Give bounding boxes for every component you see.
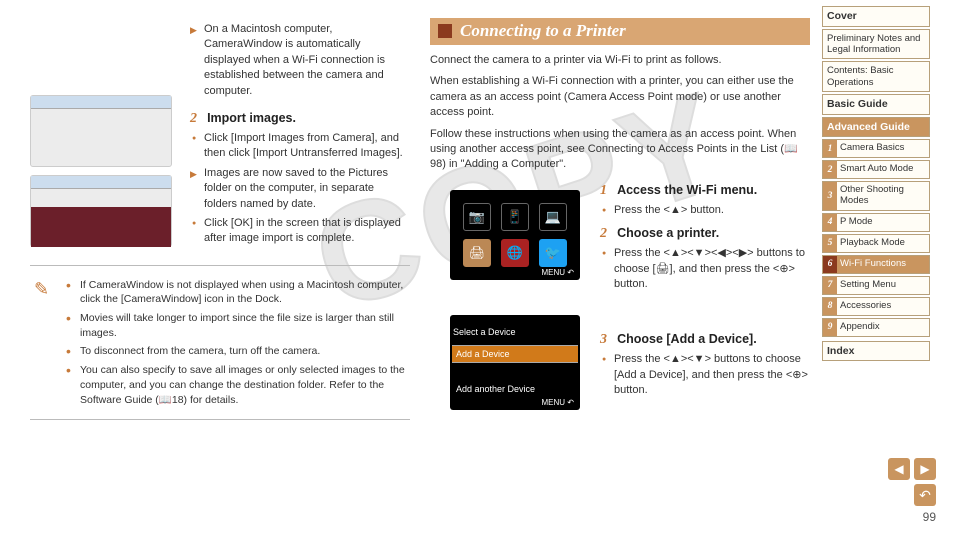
camera-icon: 📷 bbox=[463, 203, 491, 231]
intro-1: Connect the camera to a printer via Wi-F… bbox=[430, 53, 810, 68]
note-1: If CameraWindow is not displayed when us… bbox=[66, 278, 410, 307]
intro-3: Follow these instructions when using the… bbox=[430, 127, 810, 173]
nav-index[interactable]: Index bbox=[822, 341, 930, 362]
step-number-2: 2 bbox=[190, 111, 204, 127]
nav-num-3: 3 bbox=[823, 182, 837, 210]
nav-num-1: 1 bbox=[823, 140, 837, 157]
right-step2-b1: Press the <▲><▼><◀><▶> buttons to choose… bbox=[600, 246, 810, 292]
select-device-title: Select a Device bbox=[447, 327, 583, 337]
nav-p-mode[interactable]: 4 P Mode bbox=[822, 213, 930, 232]
nav-label-2: Smart Auto Mode bbox=[837, 161, 929, 178]
right-step1-num: 1 bbox=[600, 183, 614, 199]
left-intro-text: On a Macintosh computer, CameraWindow is… bbox=[190, 22, 410, 99]
nav-setting-menu[interactable]: 7 Setting Menu bbox=[822, 276, 930, 295]
section-title: Connecting to a Printer bbox=[430, 18, 810, 45]
nav-num-6: 6 bbox=[823, 256, 837, 273]
step2-bullet-2: Images are now saved to the Pictures fol… bbox=[190, 166, 410, 212]
nav-preliminary[interactable]: Preliminary Notes and Legal Information bbox=[822, 29, 930, 60]
nav-contents[interactable]: Contents: Basic Operations bbox=[822, 61, 930, 92]
nav-label-1: Camera Basics bbox=[837, 140, 929, 157]
nav-label-6: Wi-Fi Functions bbox=[837, 256, 929, 273]
nav-label-9: Appendix bbox=[837, 319, 929, 336]
right-step1-b1: Press the <▲> button. bbox=[600, 203, 810, 218]
right-column: Connecting to a Printer Connect the came… bbox=[420, 0, 820, 534]
step-title-import: Import images. bbox=[207, 111, 296, 125]
right-step1-title: Access the Wi-Fi menu. bbox=[617, 183, 757, 197]
nav-num-4: 4 bbox=[823, 214, 837, 231]
image-gateway-icon: 🌐 bbox=[501, 239, 529, 267]
nav-num-5: 5 bbox=[823, 235, 837, 252]
nav-appendix[interactable]: 9 Appendix bbox=[822, 318, 930, 337]
add-another-device-item: Add another Device bbox=[452, 381, 578, 397]
note-3: To disconnect from the camera, turn off … bbox=[66, 344, 410, 359]
right-step3-title: Choose [Add a Device]. bbox=[617, 332, 757, 346]
nav-camera-basics[interactable]: 1 Camera Basics bbox=[822, 139, 930, 158]
twitter-icon: 🐦 bbox=[539, 239, 567, 267]
screenshot-camerawindow-1 bbox=[30, 95, 172, 167]
right-step3-num: 3 bbox=[600, 332, 614, 348]
menu-indicator-2: MENU ↶ bbox=[542, 398, 574, 407]
right-step3-b1: Press the <▲><▼> buttons to choose [Add … bbox=[600, 352, 810, 398]
nav-num-2: 2 bbox=[823, 161, 837, 178]
intro-2: When establishing a Wi-Fi connection wit… bbox=[430, 74, 810, 120]
nav-accessories[interactable]: 8 Accessories bbox=[822, 297, 930, 316]
nav-label-5: Playback Mode bbox=[837, 235, 929, 252]
sidebar-nav: Cover Preliminary Notes and Legal Inform… bbox=[820, 0, 934, 534]
printer-icon: 🖨 bbox=[463, 239, 491, 267]
nav-basic-guide[interactable]: Basic Guide bbox=[822, 94, 930, 115]
computer-icon: 💻 bbox=[539, 203, 567, 231]
phone-icon: 📱 bbox=[501, 203, 529, 231]
nav-playback-mode[interactable]: 5 Playback Mode bbox=[822, 234, 930, 253]
nav-smart-auto[interactable]: 2 Smart Auto Mode bbox=[822, 160, 930, 179]
nav-num-7: 7 bbox=[823, 277, 837, 294]
add-device-item: Add a Device bbox=[452, 345, 578, 363]
nav-num-9: 9 bbox=[823, 319, 837, 336]
nav-label-7: Setting Menu bbox=[837, 277, 929, 294]
note-4: You can also specify to save all images … bbox=[66, 363, 410, 407]
nav-label-3: Other Shooting Modes bbox=[837, 182, 929, 210]
pencil-icon: ✎ bbox=[34, 276, 49, 303]
screenshot-camerawindow-2 bbox=[30, 175, 172, 247]
right-step2-num: 2 bbox=[600, 226, 614, 242]
step2-bullet-1: Click [Import Images from Camera], and t… bbox=[190, 131, 410, 162]
note-2: Movies will take longer to import since … bbox=[66, 311, 410, 340]
camera-screen-select-device: Select a Device Add a Device Add another… bbox=[450, 315, 580, 410]
nav-num-8: 8 bbox=[823, 298, 837, 315]
camera-screen-wifi-menu: 📷 📱 💻 🖨 🌐 🐦 MENU ↶ bbox=[450, 190, 580, 280]
nav-wifi-functions[interactable]: 6 Wi-Fi Functions bbox=[822, 255, 930, 274]
left-column: On a Macintosh computer, CameraWindow is… bbox=[0, 0, 420, 534]
nav-other-shooting[interactable]: 3 Other Shooting Modes bbox=[822, 181, 930, 211]
nav-advanced-guide[interactable]: Advanced Guide bbox=[822, 117, 930, 138]
note-box: ✎ If CameraWindow is not displayed when … bbox=[30, 265, 410, 421]
right-step2-title: Choose a printer. bbox=[617, 226, 719, 240]
step2-bullet-3: Click [OK] in the screen that is display… bbox=[190, 216, 410, 247]
menu-indicator: MENU ↶ bbox=[542, 268, 574, 277]
nav-label-4: P Mode bbox=[837, 214, 929, 231]
nav-cover[interactable]: Cover bbox=[822, 6, 930, 27]
nav-label-8: Accessories bbox=[837, 298, 929, 315]
